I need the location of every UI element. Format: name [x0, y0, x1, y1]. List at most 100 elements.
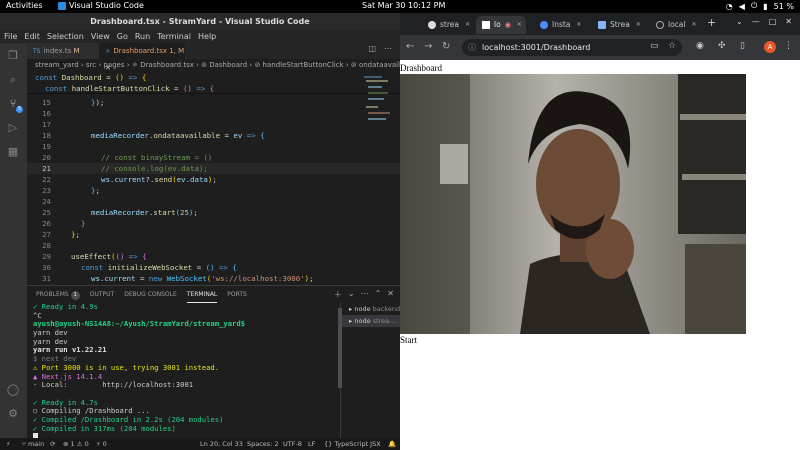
reload-icon[interactable]: ↻ — [442, 41, 450, 52]
code-line: 22 ws.current?.send(ev.data); — [27, 174, 400, 185]
tab-output[interactable]: OUTPUT — [90, 286, 114, 303]
menu-go[interactable]: Go — [117, 30, 128, 43]
line-number: 19 — [42, 142, 51, 151]
menu-kebab-icon[interactable]: ⋮ — [784, 41, 793, 51]
account-icon[interactable]: ◯ — [6, 383, 20, 397]
menu-help[interactable]: Help — [198, 30, 216, 43]
more-actions-icon[interactable]: ⋯ — [361, 289, 369, 300]
source-control-icon[interactable]: ⑂ 5 — [6, 97, 23, 113]
code-line: 27}; — [27, 229, 400, 240]
extension-icon[interactable]: ◉ — [696, 41, 704, 51]
terminal-instance-backend[interactable]: ▸ node backend — [341, 303, 400, 315]
close-icon[interactable]: ✕ — [636, 16, 641, 34]
encoding[interactable]: UTF-8 — [283, 438, 302, 450]
line-number: 15 — [42, 98, 51, 107]
web-page: Drashboard Start — [400, 60, 800, 450]
notifications-icon[interactable]: 🔔 — [388, 438, 396, 450]
code-line: 30 const initializeWebSocket = () => { — [27, 262, 400, 273]
close-icon[interactable]: ✕ — [785, 17, 792, 26]
ports-indicator[interactable]: ⚡ 0 — [96, 438, 107, 450]
app-menu[interactable]: Visual Studio Code — [58, 1, 144, 10]
menu-selection[interactable]: Selection — [47, 30, 84, 43]
editor-tabs: TS index.ts M ⚛ Drashboard.tsx 1, M ✕ ◫ ⋯ — [27, 43, 400, 72]
tab-search-icon[interactable]: ⌄ — [736, 17, 743, 26]
webcam-frame — [400, 74, 746, 334]
chevron-up-icon[interactable]: ⌃ — [375, 289, 382, 300]
menu-file[interactable]: File — [4, 30, 17, 43]
tab-terminal[interactable]: TERMINAL — [186, 286, 218, 303]
back-icon[interactable]: ← — [406, 41, 414, 52]
system-tray[interactable]: ◔ ◀ ⏻ ▮ 51 % — [726, 1, 794, 11]
close-icon[interactable]: ✕ — [576, 16, 581, 34]
close-icon[interactable]: ✕ — [465, 16, 470, 34]
site-info-icon[interactable]: ⓘ — [468, 39, 476, 56]
sticky-scroll-line: const handleStartButtonClick = () => { — [27, 83, 400, 94]
line-ending[interactable]: LF — [308, 438, 315, 450]
globe-icon — [656, 21, 664, 29]
search-icon[interactable]: ⌕ — [6, 73, 20, 87]
indentation[interactable]: Spaces: 2 — [247, 438, 279, 450]
terminal-output[interactable]: ✓ Ready in 4.9s ^C ayush@ayush-NS14A8:~/… — [27, 303, 337, 439]
code-line: 18 mediaRecorder.ondataavailable = ev => … — [27, 130, 400, 141]
camera-in-use-icon[interactable]: ▭ — [650, 41, 659, 51]
split-editor-icon[interactable]: ◫ — [368, 44, 376, 53]
minimize-icon[interactable]: — — [752, 17, 760, 26]
new-terminal-icon[interactable]: ＋ — [334, 289, 342, 300]
settings-gear-icon[interactable]: ⚙ — [6, 407, 20, 421]
chevron-down-icon[interactable]: ⌄ — [348, 289, 355, 300]
terminal-scrollbar[interactable] — [338, 308, 342, 388]
remote-icon[interactable]: ⚡ — [6, 438, 11, 450]
tab-problems[interactable]: PROBLEMS 1 — [36, 286, 80, 303]
terminal-instance-stream[interactable]: ▸ node strea... — [341, 315, 400, 327]
line-number: 24 — [42, 197, 51, 206]
branch-indicator[interactable]: ⑂ main — [22, 438, 44, 450]
tab-index-ts[interactable]: TS index.ts M — [27, 43, 99, 59]
explorer-icon[interactable]: ❐ — [6, 49, 20, 63]
line-number: 21 — [42, 164, 51, 173]
avatar[interactable]: A — [764, 41, 776, 53]
browser-tab-active[interactable]: lo ◉ ✕ — [476, 16, 526, 34]
code-editor[interactable]: 15const Dashboard = () => { const handle… — [27, 72, 400, 285]
address-bar[interactable]: ⓘ localhost:3001/Drashboard — [462, 39, 682, 56]
extensions-puzzle-icon[interactable]: ✣ — [718, 41, 726, 51]
chrome-window: strea ✕ lo ◉ ✕ Insta ✕ Strea ✕ local ✕ + ⌄ — □… — [400, 13, 800, 450]
sync-icon[interactable]: ⟳ — [50, 438, 55, 450]
browser-tab[interactable]: Strea ✕ — [592, 16, 646, 34]
maximize-icon[interactable]: □ — [769, 17, 777, 26]
side-panel-icon[interactable]: ▯ — [740, 41, 745, 51]
terminal-line: yarn run v1.22.21 — [33, 345, 107, 355]
menu-view[interactable]: View — [91, 30, 110, 43]
start-button[interactable]: Start — [400, 335, 417, 345]
line-number: 17 — [42, 120, 51, 129]
browser-tab[interactable]: local ✕ — [650, 16, 704, 34]
minimap[interactable] — [362, 72, 392, 162]
browser-tab[interactable]: strea ✕ — [422, 16, 474, 34]
editor-actions: ◫ ⋯ — [368, 44, 392, 53]
menu-run[interactable]: Run — [135, 30, 150, 43]
menu-terminal[interactable]: Terminal — [157, 30, 191, 43]
clock[interactable]: Sat Mar 30 10:12 PM — [362, 1, 445, 10]
breadcrumb[interactable]: stream_yard › src › pages › ⚛ Drashboard… — [27, 59, 400, 72]
language-mode[interactable]: {} TypeScript JSX — [324, 438, 381, 450]
forward-icon[interactable]: → — [424, 41, 432, 52]
extensions-icon[interactable]: ▦ — [6, 145, 20, 159]
browser-tab[interactable]: Insta ✕ — [534, 16, 588, 34]
menu-edit[interactable]: Edit — [24, 30, 40, 43]
activities-button[interactable]: Activities — [6, 1, 43, 10]
tab-drashboard-tsx[interactable]: ⚛ Drashboard.tsx 1, M ✕ — [99, 43, 185, 72]
problems-indicator[interactable]: ⊗ 1 ⚠ 0 — [63, 438, 89, 450]
line-number: 18 — [42, 131, 51, 140]
code-line: 24 — [27, 196, 400, 207]
run-debug-icon[interactable]: ▷ — [6, 121, 20, 135]
close-icon[interactable]: ✕ — [691, 16, 696, 34]
cursor-position[interactable]: Ln 20, Col 33 — [200, 438, 243, 450]
tab-title: Strea — [610, 20, 630, 29]
new-tab-button[interactable]: + — [707, 16, 716, 29]
close-icon[interactable]: ✕ — [387, 289, 394, 300]
bookmark-star-icon[interactable]: ☆ — [668, 41, 676, 51]
tab-debug-console[interactable]: DEBUG CONSOLE — [124, 286, 177, 303]
more-actions-icon[interactable]: ⋯ — [384, 44, 392, 53]
close-icon[interactable]: ✕ — [517, 16, 522, 34]
tab-ports[interactable]: PORTS — [227, 286, 247, 303]
code-line: 19 — [27, 141, 400, 152]
